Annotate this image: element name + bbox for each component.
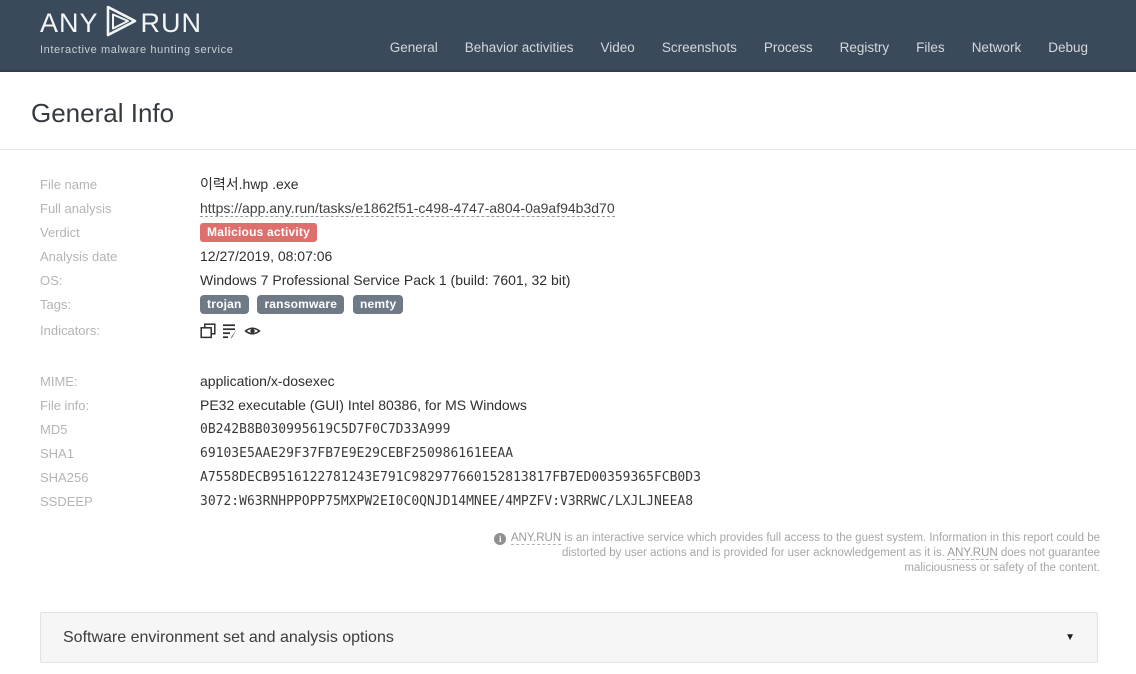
- verdict-badge: Malicious activity: [200, 222, 317, 242]
- nav-item-general[interactable]: General: [390, 40, 438, 55]
- logo-subtitle: Interactive malware hunting service: [40, 44, 234, 56]
- os-value: Windows 7 Professional Service Pack 1 (b…: [200, 272, 571, 288]
- play-logo-icon: [101, 5, 139, 42]
- tag-badge: trojan: [200, 294, 249, 314]
- row-file-name: File name 이력서.hwp .exe: [40, 172, 1136, 196]
- field-label: SHA1: [40, 445, 74, 461]
- field-label: Analysis date: [40, 248, 118, 264]
- service-disclaimer: i ANY.RUN is an interactive service whic…: [488, 531, 1100, 576]
- mime-value: application/x-dosexec: [200, 373, 335, 389]
- field-label: MIME:: [40, 373, 78, 389]
- sha256-value: A7558DECB9516122781243E791C9829776601528…: [200, 469, 701, 485]
- file-name-value: 이력서.hwp .exe: [200, 176, 299, 192]
- nav-item-video[interactable]: Video: [601, 40, 635, 55]
- analysis-date-value: 12/27/2019, 08:07:06: [200, 248, 333, 264]
- page-title: General Info: [31, 98, 175, 128]
- row-mime: MIME: application/x-dosexec: [40, 369, 1136, 393]
- field-label: Tags:: [40, 296, 72, 312]
- nav-item-debug[interactable]: Debug: [1048, 40, 1088, 55]
- row-ssdeep: SSDEEP 3072:W63RNHPPOPP75MXPW2EI0C0QNJD1…: [40, 489, 1136, 513]
- field-label: File name: [40, 176, 98, 192]
- anyrun-link[interactable]: ANY.RUN: [510, 532, 562, 545]
- nav-item-files[interactable]: Files: [916, 40, 945, 55]
- row-sha256: SHA256 A7558DECB9516122781243E791C982977…: [40, 465, 1136, 489]
- field-label: File info:: [40, 397, 90, 413]
- field-label: Full analysis: [40, 200, 112, 216]
- nav-item-registry[interactable]: Registry: [840, 40, 890, 55]
- row-analysis-date: Analysis date 12/27/2019, 08:07:06: [40, 244, 1136, 268]
- field-label: SSDEEP: [40, 493, 93, 509]
- nav-item-screenshots[interactable]: Screenshots: [662, 40, 737, 55]
- top-header: ANY RUN Interactive malware hunting serv…: [0, 0, 1136, 72]
- panel-title: Software environment set and analysis op…: [63, 628, 394, 646]
- row-md5: MD5 0B242B8B030995619C5D7F0C7D33A999: [40, 417, 1136, 441]
- field-label: SHA256: [40, 469, 89, 485]
- row-tags: Tags: trojan ransomware nemty: [40, 292, 1136, 316]
- windows-restore-icon[interactable]: [200, 322, 216, 339]
- anyrun-logo[interactable]: ANY RUN Interactive malware hunting serv…: [40, 0, 255, 70]
- file-info-value: PE32 executable (GUI) Intel 80386, for M…: [200, 397, 527, 413]
- main-nav: General Behavior activities Video Screen…: [363, 40, 1088, 70]
- logo-text-any: ANY: [40, 8, 99, 38]
- row-verdict: Verdict Malicious activity: [40, 220, 1136, 244]
- field-label: MD5: [40, 421, 68, 437]
- row-os: OS: Windows 7 Professional Service Pack …: [40, 268, 1136, 292]
- nav-item-behavior-activities[interactable]: Behavior activities: [465, 40, 574, 55]
- row-indicators: Indicators:: [40, 316, 1136, 345]
- info-icon: i: [494, 533, 507, 545]
- sha1-value: 69103E5AAE29F37FB7E9E29CEBF250986161EEAA: [200, 445, 514, 461]
- logo-text-run: RUN: [140, 8, 203, 38]
- ssdeep-value: 3072:W63RNHPPOPP75MXPW2EI0C0QNJD14MNEE/4…: [200, 493, 694, 509]
- row-file-info: File info: PE32 executable (GUI) Intel 8…: [40, 393, 1136, 417]
- nav-item-process[interactable]: Process: [764, 40, 813, 55]
- eye-icon[interactable]: [244, 323, 261, 339]
- software-environment-panel[interactable]: Software environment set and analysis op…: [40, 612, 1098, 663]
- tag-badge: nemty: [353, 294, 404, 314]
- full-analysis-link[interactable]: https://app.any.run/tasks/e1862f51-c498-…: [200, 200, 615, 217]
- document-edit-icon[interactable]: [222, 323, 238, 339]
- chevron-down-icon: ▼: [1065, 632, 1075, 643]
- tag-badge: ransomware: [257, 294, 345, 314]
- row-sha1: SHA1 69103E5AAE29F37FB7E9E29CEBF25098616…: [40, 441, 1136, 465]
- row-full-analysis: Full analysis https://app.any.run/tasks/…: [40, 196, 1136, 220]
- field-label: Verdict: [40, 224, 80, 240]
- general-info-section: File name 이력서.hwp .exe Full analysis htt…: [0, 150, 1136, 513]
- field-label: OS:: [40, 272, 63, 288]
- anyrun-link[interactable]: ANY.RUN: [947, 547, 998, 560]
- nav-item-network[interactable]: Network: [972, 40, 1022, 55]
- md5-value: 0B242B8B030995619C5D7F0C7D33A999: [200, 421, 451, 437]
- field-label: Indicators:: [40, 323, 100, 338]
